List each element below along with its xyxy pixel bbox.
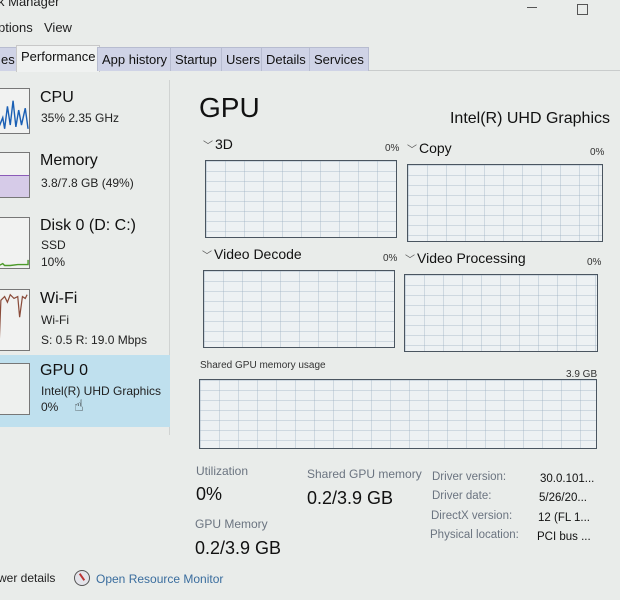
gpu-detail-panel: GPU Intel(R) UHD Graphics ﹀ 3D 0% ﹀ Copy 0… xyxy=(180,80,620,560)
minimize-icon[interactable] xyxy=(527,7,537,8)
driver-version-value: 30.0.101... xyxy=(540,473,595,485)
sidebar-gpu-model: Intel(R) UHD Graphics xyxy=(41,384,162,398)
sidebar-item-wifi[interactable]: Wi-Fi Wi-Fi S: 0.5 R: 19.0 Mbps xyxy=(0,285,170,355)
shared-memory-graph-label: Shared GPU memory usage xyxy=(200,360,326,371)
disk-mini-graph xyxy=(0,217,30,269)
chevron-down-icon: ﹀ xyxy=(405,255,415,266)
chevron-down-icon: ﹀ xyxy=(407,145,417,156)
tab-bar: es Performance App history Startup Users… xyxy=(0,45,620,72)
driver-date-label: Driver date: xyxy=(432,490,492,502)
engine-video-decode-percent: 0% xyxy=(383,253,398,264)
physical-location-label: Physical location: xyxy=(430,529,519,541)
wifi-graph-line xyxy=(0,293,28,339)
sidebar-wifi-name: Wi-Fi xyxy=(40,290,78,307)
engine-video-processing-dropdown[interactable]: ﹀ Video Processing xyxy=(405,250,526,266)
engine-video-processing-graph xyxy=(404,274,598,352)
page-title: GPU xyxy=(199,92,260,123)
engine-video-processing-label: Video Processing xyxy=(417,250,526,266)
gpu-memory-label: GPU Memory xyxy=(195,517,268,531)
engine-copy-label: Copy xyxy=(419,140,452,156)
sidebar-memory-usage: 3.8/7.8 GB (49%) xyxy=(41,176,134,190)
gpu-model-name: Intel(R) UHD Graphics xyxy=(449,110,610,127)
gpu-memory-value: 0.2/3.9 GB xyxy=(195,538,282,558)
sidebar-disk-usage: 10% xyxy=(41,255,66,269)
engine-3d-percent: 0% xyxy=(385,143,400,154)
engine-copy-graph xyxy=(407,164,603,242)
shared-gpu-memory-value: 0.2/3.9 GB xyxy=(307,488,394,508)
hand-cursor-icon: ☝ xyxy=(74,398,84,415)
engine-copy-percent: 0% xyxy=(590,147,605,158)
tab-performance[interactable]: Performance xyxy=(16,45,101,72)
sidebar-memory-name: Memory xyxy=(40,152,98,169)
tab-startup[interactable]: Startup xyxy=(170,47,222,71)
open-resource-monitor-link[interactable]: Open Resource Monitor xyxy=(96,572,223,586)
engine-video-processing-percent: 0% xyxy=(587,257,602,268)
menu-view[interactable]: View xyxy=(44,20,72,35)
sidebar-wifi-speed: S: 0.5 R: 19.0 Mbps xyxy=(41,333,148,347)
driver-date-value: 5/26/20... xyxy=(539,492,587,504)
shared-memory-graph xyxy=(199,379,597,449)
engine-3d-label: 3D xyxy=(215,136,233,152)
sidebar-cpu-usage: 35% 2.35 GHz xyxy=(41,111,120,125)
maximize-icon[interactable] xyxy=(577,4,588,15)
fewer-details-button[interactable]: wer details xyxy=(0,571,55,585)
menu-options[interactable]: ptions xyxy=(0,20,33,35)
utilization-label: Utilization xyxy=(196,464,249,478)
tab-details[interactable]: Details xyxy=(261,47,311,71)
engine-video-decode-graph xyxy=(203,270,395,348)
memory-mini-graph xyxy=(0,152,30,198)
sidebar-wifi-adapter: Wi-Fi xyxy=(41,313,69,327)
utilization-value: 0% xyxy=(196,484,223,504)
sidebar-item-gpu[interactable]: GPU 0 Intel(R) UHD Graphics 0% xyxy=(0,355,170,427)
sidebar-disk-name: Disk 0 (D: C:) xyxy=(40,217,136,234)
sidebar-item-cpu[interactable]: CPU 35% 2.35 GHz xyxy=(0,80,170,150)
physical-location-value: PCI bus ... xyxy=(537,531,591,543)
sidebar-item-disk[interactable]: Disk 0 (D: C:) SSD 10% xyxy=(0,215,170,285)
directx-version-value: 12 (FL 1... xyxy=(538,512,590,524)
engine-video-decode-label: Video Decode xyxy=(214,246,302,262)
driver-version-label: Driver version: xyxy=(432,471,507,483)
wifi-mini-graph xyxy=(0,289,30,351)
disk-graph-line xyxy=(0,259,29,267)
memory-graph-fill xyxy=(0,175,29,197)
sidebar-disk-type: SSD xyxy=(41,238,66,252)
cpu-graph-line xyxy=(0,100,29,129)
title-bar: k Manager xyxy=(0,0,620,15)
chevron-down-icon: ﹀ xyxy=(202,251,212,262)
tab-app-history[interactable]: App history xyxy=(97,47,173,71)
directx-version-label: DirectX version: xyxy=(431,510,513,522)
resource-monitor-icon xyxy=(74,570,90,586)
sidebar-gpu-name: GPU 0 xyxy=(40,362,89,379)
chevron-down-icon: ﹀ xyxy=(203,141,213,152)
footer-bar: wer details Open Resource Monitor xyxy=(0,568,620,592)
cpu-mini-graph xyxy=(0,88,30,134)
shared-gpu-memory-label: Shared GPU memory xyxy=(307,467,422,481)
resource-sidebar: CPU 35% 2.35 GHz Memory 3.8/7.8 GB (49%)… xyxy=(0,80,170,435)
window-title: k Manager xyxy=(0,0,60,9)
tab-services[interactable]: Services xyxy=(309,47,369,71)
tab-users[interactable]: Users xyxy=(221,47,265,71)
sidebar-gpu-usage: 0% xyxy=(41,400,59,414)
sidebar-item-memory[interactable]: Memory 3.8/7.8 GB (49%) xyxy=(0,150,170,220)
engine-video-decode-dropdown[interactable]: ﹀ Video Decode xyxy=(202,246,302,262)
engine-copy-dropdown[interactable]: ﹀ Copy xyxy=(407,140,452,156)
engine-3d-graph xyxy=(205,160,397,238)
sidebar-cpu-name: CPU xyxy=(40,89,74,106)
engine-3d-dropdown[interactable]: ﹀ 3D xyxy=(203,136,233,152)
gpu-mini-graph xyxy=(0,363,30,415)
